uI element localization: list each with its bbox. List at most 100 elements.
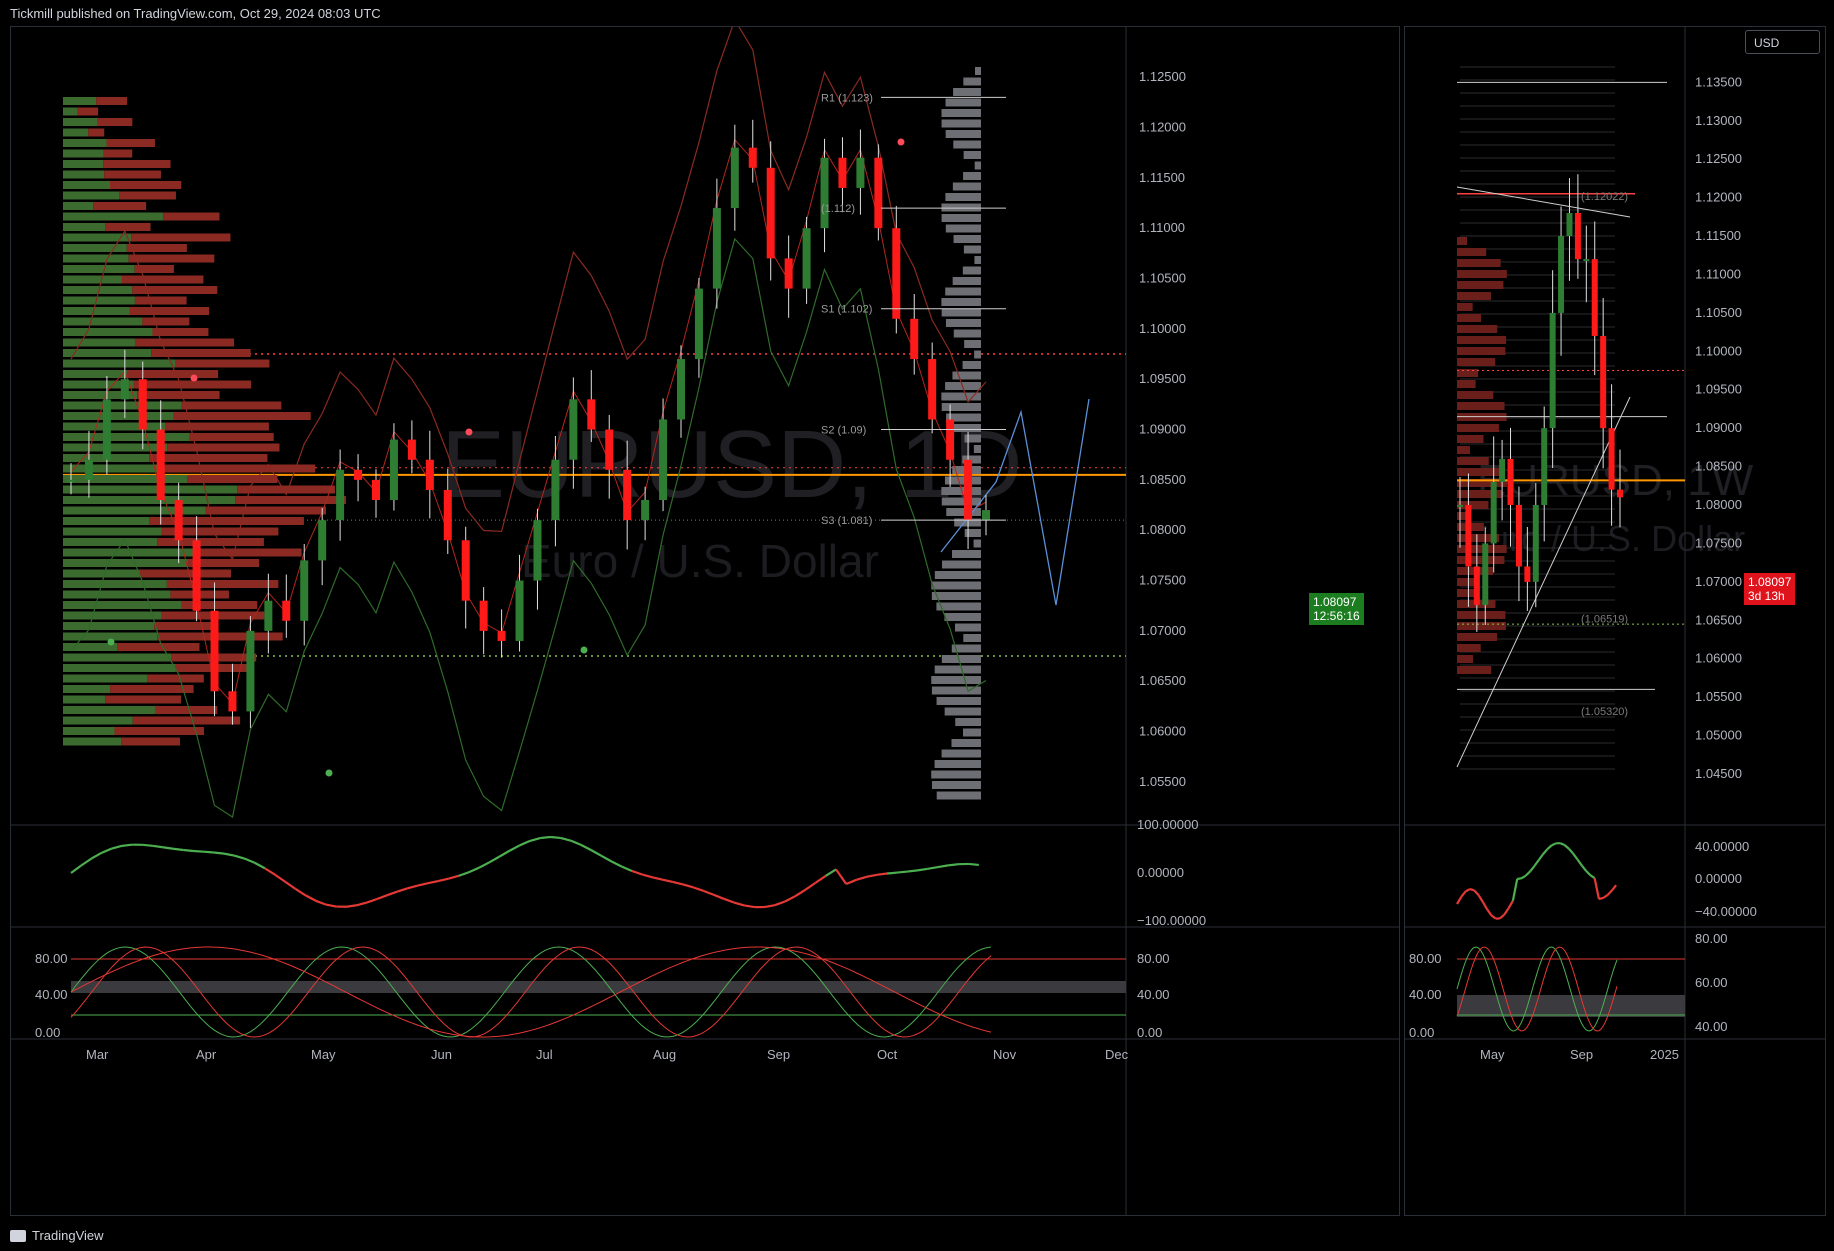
oscillator-segment: [662, 878, 674, 884]
weekly-osc-segment: [1507, 900, 1514, 909]
level-annotation: (1.05320): [1581, 706, 1628, 718]
session-volume-bar: [964, 340, 981, 348]
oscillator-segment: [886, 871, 898, 875]
weekly-bearish-candle: [1473, 566, 1480, 605]
volume-profile-bar: [63, 653, 172, 662]
volume-profile-bar: [63, 601, 182, 609]
volume-profile-bar: [103, 149, 133, 158]
session-volume-bar: [934, 571, 981, 579]
session-volume-bar: [941, 497, 981, 506]
oscillator-segment: [498, 849, 511, 858]
volume-profile-bar: [63, 223, 106, 231]
weekly-osc-segment: [1598, 896, 1604, 901]
session-volume-bar: [945, 319, 981, 327]
weekly-chart-svg[interactable]: EURUSD, 1W Euro / U.S. Dollar (1.12022)(…: [1405, 27, 1825, 1215]
bearish-candle: [623, 469, 632, 521]
weekly-osc-segment: [1503, 907, 1510, 916]
volume-profile-bar: [166, 580, 279, 588]
weekly-bullish-candle: [1583, 259, 1590, 262]
weekly-bullish-candle: [1457, 505, 1463, 507]
volume-profile-bar: [63, 464, 162, 473]
weekly-osc-segment: [1460, 890, 1467, 898]
bearish-candle: [838, 157, 847, 188]
weekly-profile-bar: [1457, 314, 1482, 322]
session-volume-bar: [945, 130, 981, 138]
volume-profile-bar: [205, 506, 326, 515]
bullish-candle: [802, 228, 811, 289]
oscillator-segment: [284, 880, 297, 890]
bearish-candle: [497, 630, 506, 641]
volume-profile-bar: [96, 97, 128, 105]
oscillator-segment: [152, 844, 163, 849]
weekly-osc-segment: [1477, 894, 1484, 903]
bullish-candle: [120, 379, 129, 400]
weekly-price-tick: 1.13500: [1695, 74, 1742, 89]
volume-profile-bar: [63, 191, 120, 200]
bullish-candle: [730, 147, 739, 209]
weekly-profile-bar: [1457, 457, 1489, 465]
session-volume-bar: [964, 434, 981, 443]
signal-dot: [107, 638, 115, 646]
session-volume-bar: [945, 193, 981, 201]
bullish-candle: [694, 288, 703, 360]
bullish-candle: [318, 520, 327, 561]
weekly-stoch-tick: 80.00: [1409, 951, 1442, 966]
weekly-bearish-candle: [1608, 428, 1615, 490]
oscillator-segment: [570, 839, 582, 846]
weekly-stoch-k: [1456, 946, 1618, 1032]
weekly-price-tick: 1.12000: [1695, 190, 1742, 205]
volume-profile-bar: [63, 296, 135, 305]
volume-profile-bar: [129, 307, 210, 315]
volume-profile-bar: [63, 433, 190, 441]
weekly-countdown: 3d 13h: [1748, 589, 1785, 603]
bearish-candle: [192, 540, 201, 611]
bullish-candle: [67, 479, 75, 482]
weekly-stoch-tick-right: 80.00: [1695, 931, 1728, 946]
volume-profile-bar: [63, 517, 150, 525]
daily-chart-svg[interactable]: EURUSD, 1D Euro / U.S. Dollar R1 (1.123)…: [11, 18, 1399, 1215]
weekly-osc-segment: [1529, 865, 1536, 873]
bullish-candle: [712, 208, 721, 289]
oscillator-segment: [621, 865, 633, 872]
oscillator-segment: [509, 844, 521, 852]
oscillator-segment: [427, 879, 439, 885]
weekly-stoch-tick-right: 60.00: [1695, 975, 1728, 990]
weekly-osc-segment: [1576, 858, 1583, 866]
session-volume-bar: [941, 109, 981, 117]
session-volume-bar: [974, 350, 981, 359]
weekly-chart-panel[interactable]: EURUSD, 1W Euro / U.S. Dollar (1.12022)(…: [1404, 26, 1826, 1216]
price-tick-label: 1.07500: [1139, 573, 1186, 588]
daily-chart-panel[interactable]: EURUSD, 1D Euro / U.S. Dollar R1 (1.123)…: [10, 18, 1400, 1216]
session-volume-bar: [964, 529, 981, 537]
oscillator-segment: [580, 843, 592, 852]
oscillator-segment: [264, 867, 276, 876]
bearish-candle: [874, 157, 883, 229]
oscillator-segment: [70, 864, 82, 874]
volume-profile-bar: [63, 685, 111, 693]
bullish-candle: [102, 399, 111, 460]
price-tick-label: 1.12000: [1139, 120, 1186, 135]
oscillator-segment: [866, 873, 878, 878]
session-volume-bar: [934, 760, 981, 768]
bearish-candle: [784, 258, 793, 289]
session-volume-bar: [953, 235, 981, 243]
volume-profile-bar: [63, 244, 127, 252]
time-tick-label: Aug: [653, 1047, 676, 1062]
price-tick-label: 1.06000: [1139, 724, 1186, 739]
session-volume-bar: [931, 781, 981, 789]
session-volume-bar: [936, 697, 981, 705]
bullish-candle: [551, 459, 560, 521]
weekly-profile-bar: [1457, 237, 1467, 245]
volume-profile-bar: [63, 265, 135, 273]
weekly-bearish-candle: [1574, 213, 1581, 260]
volume-profile-bar: [63, 622, 155, 630]
session-volume-bar: [942, 560, 981, 569]
bearish-candle: [174, 500, 183, 541]
oscillator-segment: [193, 849, 204, 853]
session-volume-bar: [941, 308, 981, 317]
oscillator-segment: [927, 865, 939, 870]
oscillator-segment: [917, 867, 928, 872]
oscillator-segment: [468, 866, 480, 874]
oscillator-segment: [386, 890, 398, 897]
currency-button[interactable]: USD: [1745, 30, 1820, 54]
